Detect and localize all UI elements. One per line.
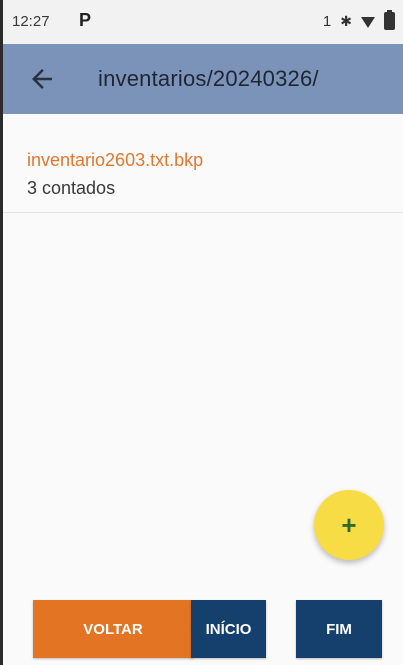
file-list: inventario2603.txt.bkp 3 contados (3, 114, 403, 213)
bluetooth-icon: ✱ (340, 12, 352, 29)
voltar-button[interactable]: VOLTAR (33, 600, 193, 658)
app-toolbar: inventarios/20240326/ (3, 44, 403, 114)
status-icons: 1 ✱ (322, 10, 395, 30)
battery-icon (384, 10, 395, 30)
status-time: 12:27 (12, 13, 50, 30)
app-indicator-icon: P (79, 10, 92, 30)
page-title: inventarios/20240326/ (98, 66, 319, 91)
plus-icon: + (341, 510, 357, 540)
inicio-button[interactable]: INÍCIO (191, 600, 266, 658)
sim-slot-indicator: 1 (322, 12, 332, 30)
file-count: 3 contados (27, 178, 116, 198)
app-screen: 12:27 P 1 ✱ inventarios/20240326/ invent… (0, 0, 403, 665)
file-name: inventario2603.txt.bkp (27, 150, 204, 170)
file-list-item[interactable]: inventario2603.txt.bkp 3 contados (3, 114, 403, 213)
status-bar: 12:27 P 1 ✱ (3, 0, 403, 44)
add-button[interactable]: + (314, 490, 384, 560)
arrow-left-icon[interactable] (27, 64, 57, 94)
fim-button[interactable]: FIM (296, 600, 382, 658)
wifi-icon (361, 16, 375, 28)
